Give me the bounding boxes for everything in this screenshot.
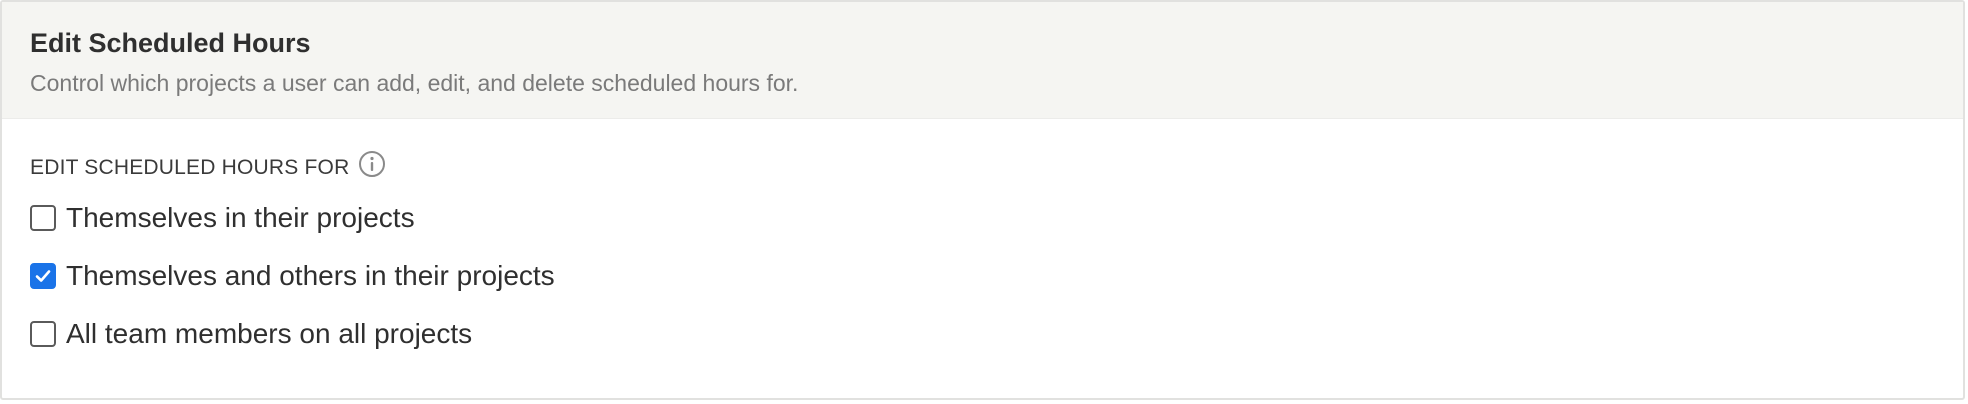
section-label: EDIT SCHEDULED HOURS FOR xyxy=(30,151,386,182)
info-icon[interactable] xyxy=(358,150,386,178)
option-label: Themselves in their projects xyxy=(66,202,415,233)
section-label-text: EDIT SCHEDULED HOURS FOR xyxy=(30,156,350,179)
checkmark-icon xyxy=(35,270,51,282)
edit-scheduled-hours-panel: Edit Scheduled Hours Control which proje… xyxy=(0,0,1965,400)
checkbox-themselves-in-their-projects[interactable] xyxy=(30,205,56,231)
option-themselves-and-others[interactable]: Themselves and others in their projects xyxy=(30,260,555,292)
checkbox-all-team-members[interactable] xyxy=(30,321,56,347)
checkbox-themselves-and-others[interactable] xyxy=(30,263,56,289)
option-themselves-in-their-projects[interactable]: Themselves in their projects xyxy=(30,202,415,234)
panel-title: Edit Scheduled Hours xyxy=(30,28,311,58)
option-label: All team members on all projects xyxy=(66,318,473,349)
panel-header: Edit Scheduled Hours Control which proje… xyxy=(2,2,1963,119)
option-all-team-members[interactable]: All team members on all projects xyxy=(30,318,472,350)
option-label: Themselves and others in their projects xyxy=(66,260,555,291)
panel-subtitle: Control which projects a user can add, e… xyxy=(30,70,799,96)
